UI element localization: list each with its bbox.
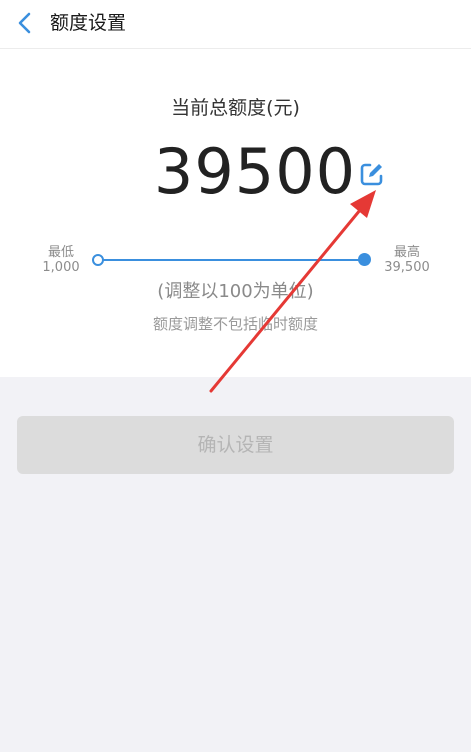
slider-track[interactable] — [97, 259, 365, 261]
edit-limit-button[interactable] — [358, 160, 386, 188]
page-title: 额度设置 — [50, 12, 127, 34]
limit-panel: 当前总额度(元) 39500 最低 1,000 最高 39,500 (调整以10… — [0, 49, 471, 377]
current-limit-amount: 39500 — [153, 135, 357, 208]
edit-icon — [360, 163, 383, 186]
current-limit-label: 当前总额度(元) — [171, 97, 300, 119]
slider-min-knob — [92, 254, 104, 266]
slider-handle[interactable] — [358, 253, 371, 266]
unit-hint: (调整以100为单位) — [157, 281, 314, 302]
temporary-limit-hint: 额度调整不包括临时额度 — [152, 315, 318, 333]
slider-min: 最低 1,000 — [36, 245, 86, 275]
slider-min-label: 最低 — [47, 245, 74, 260]
back-button[interactable] — [10, 8, 40, 38]
slider-min-value: 1,000 — [42, 260, 80, 275]
slider-max-value: 39,500 — [384, 260, 430, 275]
top-bar: 额度设置 — [0, 0, 471, 49]
chevron-left-icon — [18, 12, 31, 34]
confirm-settings-button[interactable]: 确认设置 — [17, 416, 454, 474]
slider-max: 最高 39,500 — [380, 245, 434, 275]
slider-max-label: 最高 — [393, 245, 420, 260]
